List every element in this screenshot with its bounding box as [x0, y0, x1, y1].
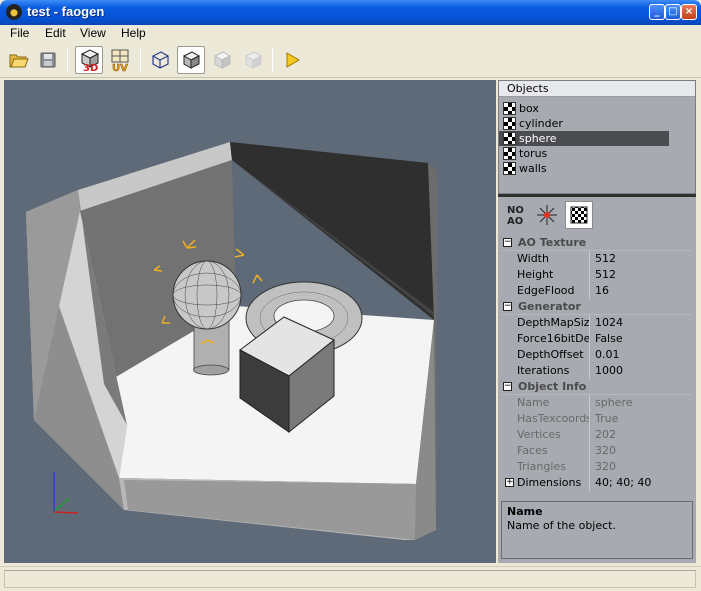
scene-render: [26, 142, 437, 540]
object-item-box[interactable]: box: [499, 101, 695, 116]
group-ao-texture[interactable]: − AO Texture: [501, 235, 692, 251]
title-bar: test - faogen _ □ ×: [0, 0, 701, 25]
description-title: Name: [507, 505, 543, 518]
prop-row[interactable]: Width 512: [501, 251, 692, 267]
expand-icon[interactable]: +: [505, 478, 514, 487]
ao-texture-button[interactable]: [565, 201, 593, 229]
ao-shaded-button[interactable]: [239, 46, 267, 74]
objects-panel: Objects box cylinder sphere torus walls: [498, 80, 696, 194]
status-bar: [0, 566, 701, 591]
status-field: [4, 570, 696, 588]
collapse-icon[interactable]: −: [503, 302, 512, 311]
no-ao-button[interactable]: NO AO: [502, 201, 530, 229]
mode-bar: NO AO: [498, 197, 696, 233]
menu-file[interactable]: File: [10, 25, 29, 42]
axis-gizmo: [53, 472, 79, 514]
solid-button[interactable]: [177, 46, 205, 74]
svg-text:NO: NO: [507, 205, 524, 216]
description-box: Name Name of the object.: [501, 501, 693, 559]
view-uv-button[interactable]: UV: [106, 46, 134, 74]
wireframe-button[interactable]: [146, 46, 174, 74]
save-button[interactable]: [34, 46, 62, 74]
property-grid: − AO Texture Width 512 Height 512 EdgeFloo…: [501, 235, 692, 491]
ao-vertex-button[interactable]: [533, 201, 561, 229]
open-button[interactable]: [5, 46, 33, 74]
close-button[interactable]: ×: [681, 4, 697, 20]
ao-cube-icon: [244, 51, 263, 69]
object-item-sphere[interactable]: sphere: [499, 131, 669, 146]
prop-row-dimensions[interactable]: Dimensions + 40; 40; 40: [501, 475, 692, 491]
3d-viewport[interactable]: [4, 80, 496, 563]
menu-help[interactable]: Help: [121, 25, 146, 42]
object-item-torus[interactable]: torus: [499, 146, 695, 161]
solid-cube-icon: [182, 51, 201, 69]
toolbar: 3D UV: [0, 42, 701, 78]
uv-map-icon: UV: [111, 49, 129, 73]
collapse-icon[interactable]: −: [503, 382, 512, 391]
group-object-info[interactable]: − Object Info: [501, 379, 692, 395]
texture-icon: [503, 117, 516, 130]
texture-icon: [503, 147, 516, 160]
menu-bar: File Edit View Help: [0, 25, 701, 42]
cube-3d-icon: 3D: [80, 49, 100, 73]
maximize-button[interactable]: □: [665, 4, 681, 20]
texture-icon: [503, 132, 516, 145]
sphere-mesh[interactable]: [172, 260, 242, 330]
svg-text:AO: AO: [507, 216, 523, 227]
prop-row[interactable]: Height 512: [501, 267, 692, 283]
shaded-cube-icon: [213, 51, 232, 69]
properties-panel: NO AO − AO Texture Width 512 Height 512 Ed…: [498, 197, 696, 563]
folder-open-icon: [9, 54, 29, 68]
prop-row[interactable]: Name sphere: [501, 395, 692, 411]
description-text: Name of the object.: [507, 519, 616, 532]
floppy-disk-icon: [40, 52, 56, 68]
view-3d-button[interactable]: 3D: [75, 46, 103, 74]
starburst-icon: [537, 205, 557, 225]
prop-row[interactable]: Force16bitDep False: [501, 331, 692, 347]
object-item-walls[interactable]: walls: [499, 161, 695, 176]
wireframe-cube-icon: [152, 51, 169, 69]
object-item-cylinder[interactable]: cylinder: [499, 116, 695, 131]
minimize-button[interactable]: _: [649, 4, 665, 20]
collapse-icon[interactable]: −: [503, 238, 512, 247]
window-title: test - faogen: [27, 4, 105, 19]
svg-text:UV: UV: [112, 63, 128, 73]
app-icon: [6, 4, 22, 20]
prop-row[interactable]: EdgeFlood 16: [501, 283, 692, 299]
group-generator[interactable]: − Generator: [501, 299, 692, 315]
menu-edit[interactable]: Edit: [45, 25, 66, 42]
objects-header: Objects: [499, 81, 695, 97]
prop-row[interactable]: DepthOffset 0.01: [501, 347, 692, 363]
no-ao-icon: NO AO: [507, 205, 524, 227]
prop-row[interactable]: Triangles 320: [501, 459, 692, 475]
svg-text:3D: 3D: [83, 63, 98, 73]
prop-row[interactable]: HasTexcoords True: [501, 411, 692, 427]
prop-row[interactable]: Iterations 1000: [501, 363, 692, 379]
prop-row[interactable]: DepthMapSize 1024: [501, 315, 692, 331]
shaded-button[interactable]: [208, 46, 236, 74]
play-icon: [286, 52, 300, 68]
checker-icon: [570, 206, 588, 224]
prop-row[interactable]: Vertices 202: [501, 427, 692, 443]
prop-row[interactable]: Faces 320: [501, 443, 692, 459]
texture-icon: [503, 102, 516, 115]
menu-view[interactable]: View: [80, 25, 106, 42]
texture-icon: [503, 162, 516, 175]
run-button[interactable]: [278, 46, 306, 74]
